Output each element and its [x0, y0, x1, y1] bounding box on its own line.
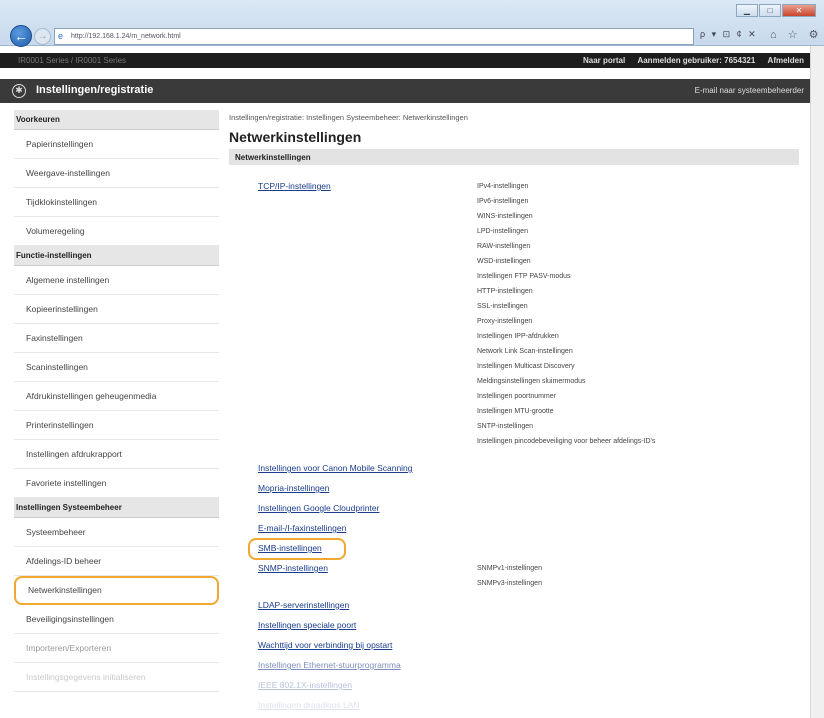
sidebar-section-preferences: Voorkeuren: [14, 110, 219, 130]
link-ethernet-driver[interactable]: Instellingen Ethernet-stuurprogramma: [258, 660, 401, 670]
sidebar-item-common[interactable]: Algemene instellingen: [14, 266, 219, 295]
sub-ipp[interactable]: Instellingen IPP-afdrukken: [477, 333, 559, 340]
sub-wins[interactable]: WINS-instellingen: [477, 213, 533, 220]
sub-ipv6[interactable]: IPv6-instellingen: [477, 198, 528, 205]
sidebar-item-department-id[interactable]: Afdelings-ID beheer: [14, 547, 219, 576]
link-email-ifax[interactable]: E-mail-/I-faxinstellingen: [258, 523, 346, 533]
link-tcpip[interactable]: TCP/IP-instellingen: [258, 181, 331, 191]
vertical-scrollbar[interactable]: [810, 46, 824, 718]
device-top-bar: IR0001 Series / IR0001 Series Naar porta…: [0, 53, 810, 68]
sub-mtu[interactable]: Instellingen MTU-grootte: [477, 408, 554, 415]
sub-snmpv1[interactable]: SNMPv1-instellingen: [477, 565, 542, 572]
maximize-button[interactable]: □: [759, 4, 781, 17]
forward-button[interactable]: →: [34, 28, 51, 45]
app-title: Instellingen/registratie: [36, 84, 154, 96]
link-smb[interactable]: SMB-instellingen: [258, 543, 322, 553]
link-mopria[interactable]: Mopria-instellingen: [258, 483, 329, 493]
app-title-bar: ✱ Instellingen/registratie E-mail naar s…: [0, 79, 810, 103]
sub-sntp[interactable]: SNTP-instellingen: [477, 423, 533, 430]
close-window-button[interactable]: ✕: [782, 4, 816, 17]
sub-network-link-scan[interactable]: Network Link Scan-instellingen: [477, 348, 573, 355]
link-google-cloud[interactable]: Instellingen Google Cloudprinter: [258, 503, 379, 513]
sub-port[interactable]: Instellingen poortnummer: [477, 393, 556, 400]
page-title: Netwerkinstellingen: [229, 129, 362, 145]
sub-sleep[interactable]: Meldingsinstellingen sluimermodus: [477, 378, 586, 385]
section-header: Netwerkinstellingen: [229, 149, 799, 165]
home-favorites-tools-icons[interactable]: ⌂ ☆ ⚙: [770, 28, 822, 41]
sidebar-item-initialize[interactable]: Instellingsgegevens initialiseren: [14, 663, 219, 692]
sidebar-item-favorites[interactable]: Favoriete instellingen: [14, 469, 219, 498]
sub-proxy[interactable]: Proxy-instellingen: [477, 318, 532, 325]
main-content: Instellingen/registratie: Instellingen S…: [229, 110, 799, 165]
settings-logo-icon: ✱: [12, 84, 26, 98]
link-wireless-lan[interactable]: Instellingen draadloos LAN: [258, 700, 360, 710]
link-canon-mobile[interactable]: Instellingen voor Canon Mobile Scanning: [258, 463, 413, 473]
sidebar-item-scan[interactable]: Scaninstellingen: [14, 353, 219, 382]
sub-snmpv3[interactable]: SNMPv3-instellingen: [477, 580, 542, 587]
link-startup-wait[interactable]: Wachttijd voor verbinding bij opstart: [258, 640, 392, 650]
sidebar-section-function: Functie-instellingen: [14, 246, 219, 266]
sidebar-item-report[interactable]: Instellingen afdrukrapport: [14, 440, 219, 469]
login-user-label: Aanmelden gebruiker: 7654321: [637, 56, 756, 65]
address-url: http://192.168.1.24/m_network.html: [71, 33, 181, 40]
sidebar-item-timer[interactable]: Tijdklokinstellingen: [14, 188, 219, 217]
sub-pin[interactable]: Instellingen pincodebeveiliging voor beh…: [477, 438, 655, 445]
address-tools[interactable]: ρ ▾ ⊡ ¢ ✕: [700, 29, 758, 40]
sidebar-item-fax[interactable]: Faxinstellingen: [14, 324, 219, 353]
sidebar-section-system: Instellingen Systeembeheer: [14, 498, 219, 518]
sidebar-item-network[interactable]: Netwerkinstellingen: [14, 576, 219, 605]
sidebar-item-display[interactable]: Weergave-instellingen: [14, 159, 219, 188]
sidebar-item-volume[interactable]: Volumeregeling: [14, 217, 219, 246]
sub-wsd[interactable]: WSD-instellingen: [477, 258, 531, 265]
sub-multicast[interactable]: Instellingen Multicast Discovery: [477, 363, 575, 370]
mail-admin-link[interactable]: E-mail naar systeembeheerder: [695, 86, 804, 95]
sub-lpd[interactable]: LPD-instellingen: [477, 228, 528, 235]
sidebar-item-import-export[interactable]: Importeren/Exporteren: [14, 634, 219, 663]
portal-link[interactable]: Naar portal: [583, 56, 625, 65]
sub-http[interactable]: HTTP-instellingen: [477, 288, 533, 295]
link-snmp[interactable]: SNMP-instellingen: [258, 563, 328, 573]
sidebar-item-paper[interactable]: Papierinstellingen: [14, 130, 219, 159]
sidebar: Voorkeuren Papierinstellingen Weergave-i…: [14, 110, 219, 692]
sub-ipv4[interactable]: IPv4-instellingen: [477, 183, 528, 190]
back-button[interactable]: ←: [10, 25, 32, 47]
ie-icon: e: [58, 31, 64, 41]
link-ieee8021x[interactable]: IEEE 802.1X-instellingen: [258, 680, 352, 690]
browser-chrome: ▁ □ ✕ ← → e http://192.168.1.24/m_networ…: [0, 0, 824, 47]
link-ldap[interactable]: LDAP-serverinstellingen: [258, 600, 349, 610]
sidebar-item-security[interactable]: Beveiligingsinstellingen: [14, 605, 219, 634]
sidebar-item-memory-media[interactable]: Afdrukinstellingen geheugenmedia: [14, 382, 219, 411]
device-name: IR0001 Series / IR0001 Series: [18, 56, 127, 65]
address-bar[interactable]: e http://192.168.1.24/m_network.html: [54, 28, 694, 45]
sub-ftp-pasv[interactable]: Instellingen FTP PASV-modus: [477, 273, 571, 280]
sub-raw[interactable]: RAW-instellingen: [477, 243, 530, 250]
sidebar-item-copy[interactable]: Kopieerinstellingen: [14, 295, 219, 324]
link-dedicated-port[interactable]: Instellingen speciale poort: [258, 620, 356, 630]
breadcrumb: Instellingen/registratie: Instellingen S…: [229, 113, 468, 122]
sidebar-item-printer[interactable]: Printerinstellingen: [14, 411, 219, 440]
sub-ssl[interactable]: SSL-instellingen: [477, 303, 528, 310]
window-controls: ▁ □ ✕: [736, 4, 816, 17]
sidebar-item-system-management[interactable]: Systeembeheer: [14, 518, 219, 547]
minimize-button[interactable]: ▁: [736, 4, 758, 17]
logout-link[interactable]: Afmelden: [768, 56, 804, 65]
